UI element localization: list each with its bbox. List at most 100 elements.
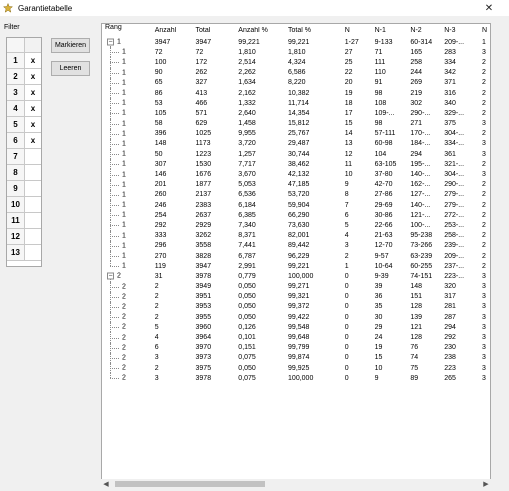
scroll-right-icon[interactable]: ▶ bbox=[481, 479, 491, 489]
table-cell: 31 bbox=[154, 272, 163, 280]
column-header[interactable]: Total % bbox=[285, 27, 342, 34]
tree-child-row[interactable]: 2 2 3949 0,050 99,271 0 39 148 320 3 bbox=[102, 281, 490, 292]
table-cell: 127-... bbox=[410, 191, 431, 199]
filter-row[interactable]: 6x bbox=[7, 133, 41, 149]
table-cell: 29,487 bbox=[288, 140, 310, 148]
tree-child-row[interactable]: 1 396 1025 9,955 25,767 14 57-111 170-... 304-..… bbox=[102, 128, 490, 139]
tree-child-row[interactable]: 1 58 629 1,458 15,812 15 98 271 375 3 bbox=[102, 118, 490, 129]
filter-row-value[interactable]: x bbox=[25, 85, 41, 100]
tree-child-row[interactable]: 2 2 3953 0,050 99,372 0 35 128 281 3 bbox=[102, 301, 490, 313]
column-header[interactable]: Anzahl % bbox=[235, 27, 285, 34]
filter-row-value[interactable] bbox=[25, 197, 41, 212]
tree-child-row[interactable]: 2 6 3970 0,151 99,799 0 19 76 230 3 bbox=[102, 342, 490, 353]
horizontal-scrollbar[interactable]: ◀ ▶ bbox=[101, 479, 491, 489]
filter-row-value[interactable] bbox=[25, 165, 41, 180]
filter-row-value[interactable] bbox=[25, 229, 41, 244]
filter-row-value[interactable] bbox=[25, 213, 41, 228]
tree-child-row[interactable]: 1 65 327 1,634 8,220 20 91 269 371 2 bbox=[102, 77, 490, 88]
table-cell: 269 bbox=[410, 79, 423, 87]
table-cell: 99,221 bbox=[288, 38, 310, 46]
filter-row[interactable]: 3x bbox=[7, 85, 41, 101]
tree-child-row[interactable]: 1 333 3262 8,371 82,001 4 21-63 95-238 258-... 2 bbox=[102, 230, 490, 241]
filter-row-value[interactable] bbox=[25, 149, 41, 164]
filter-row-value[interactable]: x bbox=[25, 101, 41, 116]
close-button[interactable]: ✕ bbox=[479, 0, 499, 16]
table-cell: 13 bbox=[344, 140, 353, 148]
filter-row[interactable]: 1x bbox=[7, 53, 41, 69]
filter-row[interactable]: 4x bbox=[7, 101, 41, 117]
table-cell: 60-314 bbox=[410, 38, 433, 46]
tree-child-row[interactable]: 2 4 3964 0,101 99,648 0 24 128 292 3 bbox=[102, 332, 490, 343]
tree-connector bbox=[110, 215, 119, 217]
tree-child-row[interactable]: 2 2 3955 0,050 99,422 0 30 139 287 3 bbox=[102, 312, 490, 323]
scroll-thumb[interactable] bbox=[115, 481, 265, 487]
tree-child-row[interactable]: 1 307 1530 7,717 38,462 11 63-105 195-... 321-..… bbox=[102, 159, 490, 170]
column-header[interactable]: N bbox=[342, 27, 372, 34]
filter-row[interactable]: 7 bbox=[7, 149, 41, 165]
table-cell: 25,767 bbox=[288, 130, 310, 138]
tree-child-row[interactable]: 1 90 262 2,262 6,586 22 110 244 342 2 bbox=[102, 67, 490, 78]
tree-child-row[interactable]: 1 50 1223 1,257 30,744 12 104 294 361 3 bbox=[102, 149, 490, 160]
filter-row-value[interactable]: x bbox=[25, 53, 41, 68]
column-header[interactable]: N bbox=[479, 27, 490, 34]
tree-child-row[interactable]: 1 292 2929 7,340 73,630 5 22-66 100-... 253-... 2 bbox=[102, 220, 490, 231]
tree-child-row[interactable]: 2 3 3978 0,075 100,000 0 9 89 265 3 bbox=[102, 373, 490, 383]
filter-row-value[interactable]: x bbox=[25, 69, 41, 84]
rang-value: 1 bbox=[122, 221, 126, 229]
rang-cell: 1 bbox=[102, 200, 152, 211]
tree-child-row[interactable]: 1 246 2383 6,184 59,904 7 29-69 140-... 279-... 2 bbox=[102, 200, 490, 211]
table-cell: 2 bbox=[482, 79, 486, 87]
tree-child-row[interactable]: 1 254 2637 6,385 66,290 6 30-86 121-... 272-... 2 bbox=[102, 210, 490, 221]
tree-child-row[interactable]: 1 72 72 1,810 1,810 27 71 165 283 3 bbox=[102, 47, 490, 58]
collapse-icon[interactable]: − bbox=[107, 272, 114, 280]
table-cell: 140-... bbox=[410, 171, 431, 179]
filter-row[interactable]: 11 bbox=[7, 213, 41, 229]
column-header[interactable]: N-2 bbox=[407, 27, 441, 34]
table-cell: 3949 bbox=[195, 283, 212, 291]
column-header[interactable]: Anzahl bbox=[152, 27, 193, 34]
tree-group-row[interactable]: −1 3947 3947 99,221 99,221 1-27 9-133 60-314 209… bbox=[102, 37, 490, 48]
filter-row[interactable]: 12 bbox=[7, 229, 41, 245]
tree-group-row[interactable]: −2 31 3978 0,779 100,000 0 9-39 74-151 223-... 3 bbox=[102, 271, 490, 282]
filter-row[interactable]: 10 bbox=[7, 197, 41, 213]
tree-child-row[interactable]: 2 2 3951 0,050 99,321 0 36 151 317 3 bbox=[102, 291, 490, 302]
tree-child-row[interactable]: 1 119 3947 2,991 99,221 1 10-64 60-255 237-... 2 bbox=[102, 261, 490, 271]
tree-child-row[interactable]: 1 296 3558 7,441 89,442 3 12-70 73-266 239-... 2 bbox=[102, 240, 490, 251]
tree-child-row[interactable]: 1 100 172 2,514 4,324 25 111 258 334 2 bbox=[102, 57, 490, 68]
filter-row[interactable]: 13 bbox=[7, 245, 41, 261]
filter-row-value[interactable] bbox=[25, 245, 41, 260]
table-cell: 321-... bbox=[444, 160, 465, 168]
tree-child-row[interactable]: 1 148 1173 3,720 29,487 13 60-98 184-... 334-...… bbox=[102, 138, 490, 150]
column-header[interactable]: N-3 bbox=[441, 27, 479, 34]
filter-row-value[interactable]: x bbox=[25, 133, 41, 148]
scroll-left-icon[interactable]: ◀ bbox=[101, 479, 111, 489]
filter-row-value[interactable]: x bbox=[25, 117, 41, 132]
column-header[interactable]: Rang bbox=[102, 24, 152, 37]
filter-row[interactable]: 5x bbox=[7, 117, 41, 133]
tree-child-row[interactable]: 2 5 3960 0,126 99,548 0 29 121 294 3 bbox=[102, 322, 490, 333]
tree-child-row[interactable]: 1 260 2137 6,536 53,720 8 27-86 127-... 279-... 2 bbox=[102, 189, 490, 200]
table-cell: 0,050 bbox=[238, 313, 256, 321]
tree-child-row[interactable]: 2 2 3975 0,050 99,925 0 10 75 223 3 bbox=[102, 363, 490, 374]
column-header[interactable]: Total bbox=[193, 27, 236, 34]
table-cell: 12-70 bbox=[374, 242, 393, 250]
tree-child-row[interactable]: 2 3 3973 0,075 99,874 0 15 74 238 3 bbox=[102, 352, 490, 363]
tree-child-row[interactable]: 1 105 571 2,640 14,354 17 109-... 290-... 329-..… bbox=[102, 108, 490, 119]
tree-child-row[interactable]: 1 53 466 1,332 11,714 18 108 302 340 2 bbox=[102, 98, 490, 109]
mark-button[interactable]: Markieren bbox=[51, 38, 90, 53]
table-cell: 2 bbox=[482, 69, 486, 77]
collapse-icon[interactable]: − bbox=[107, 38, 114, 46]
table-cell: 2 bbox=[482, 232, 486, 240]
tree-child-row[interactable]: 1 86 413 2,162 10,382 19 98 219 316 2 bbox=[102, 87, 490, 99]
tree-child-row[interactable]: 1 146 1676 3,670 42,132 10 37-80 140-... 304-...… bbox=[102, 169, 490, 180]
clear-button[interactable]: Leeren bbox=[51, 61, 90, 76]
filter-row[interactable]: 8 bbox=[7, 165, 41, 181]
column-header[interactable]: N-1 bbox=[372, 27, 408, 34]
tree-child-row[interactable]: 1 270 3828 6,787 96,229 2 9-57 63-239 209-... 2 bbox=[102, 250, 490, 262]
guarantee-tree-table[interactable]: Rang Anzahl Total Anzahl % Total % N N-1 N-2 N-3… bbox=[101, 23, 491, 489]
table-cell: 99,221 bbox=[288, 262, 310, 270]
filter-row[interactable]: 2x bbox=[7, 69, 41, 85]
filter-row-value[interactable] bbox=[25, 181, 41, 196]
tree-child-row[interactable]: 1 201 1877 5,053 47,185 9 42-70 162-... 290-... 2 bbox=[102, 179, 490, 190]
filter-row[interactable]: 9 bbox=[7, 181, 41, 197]
